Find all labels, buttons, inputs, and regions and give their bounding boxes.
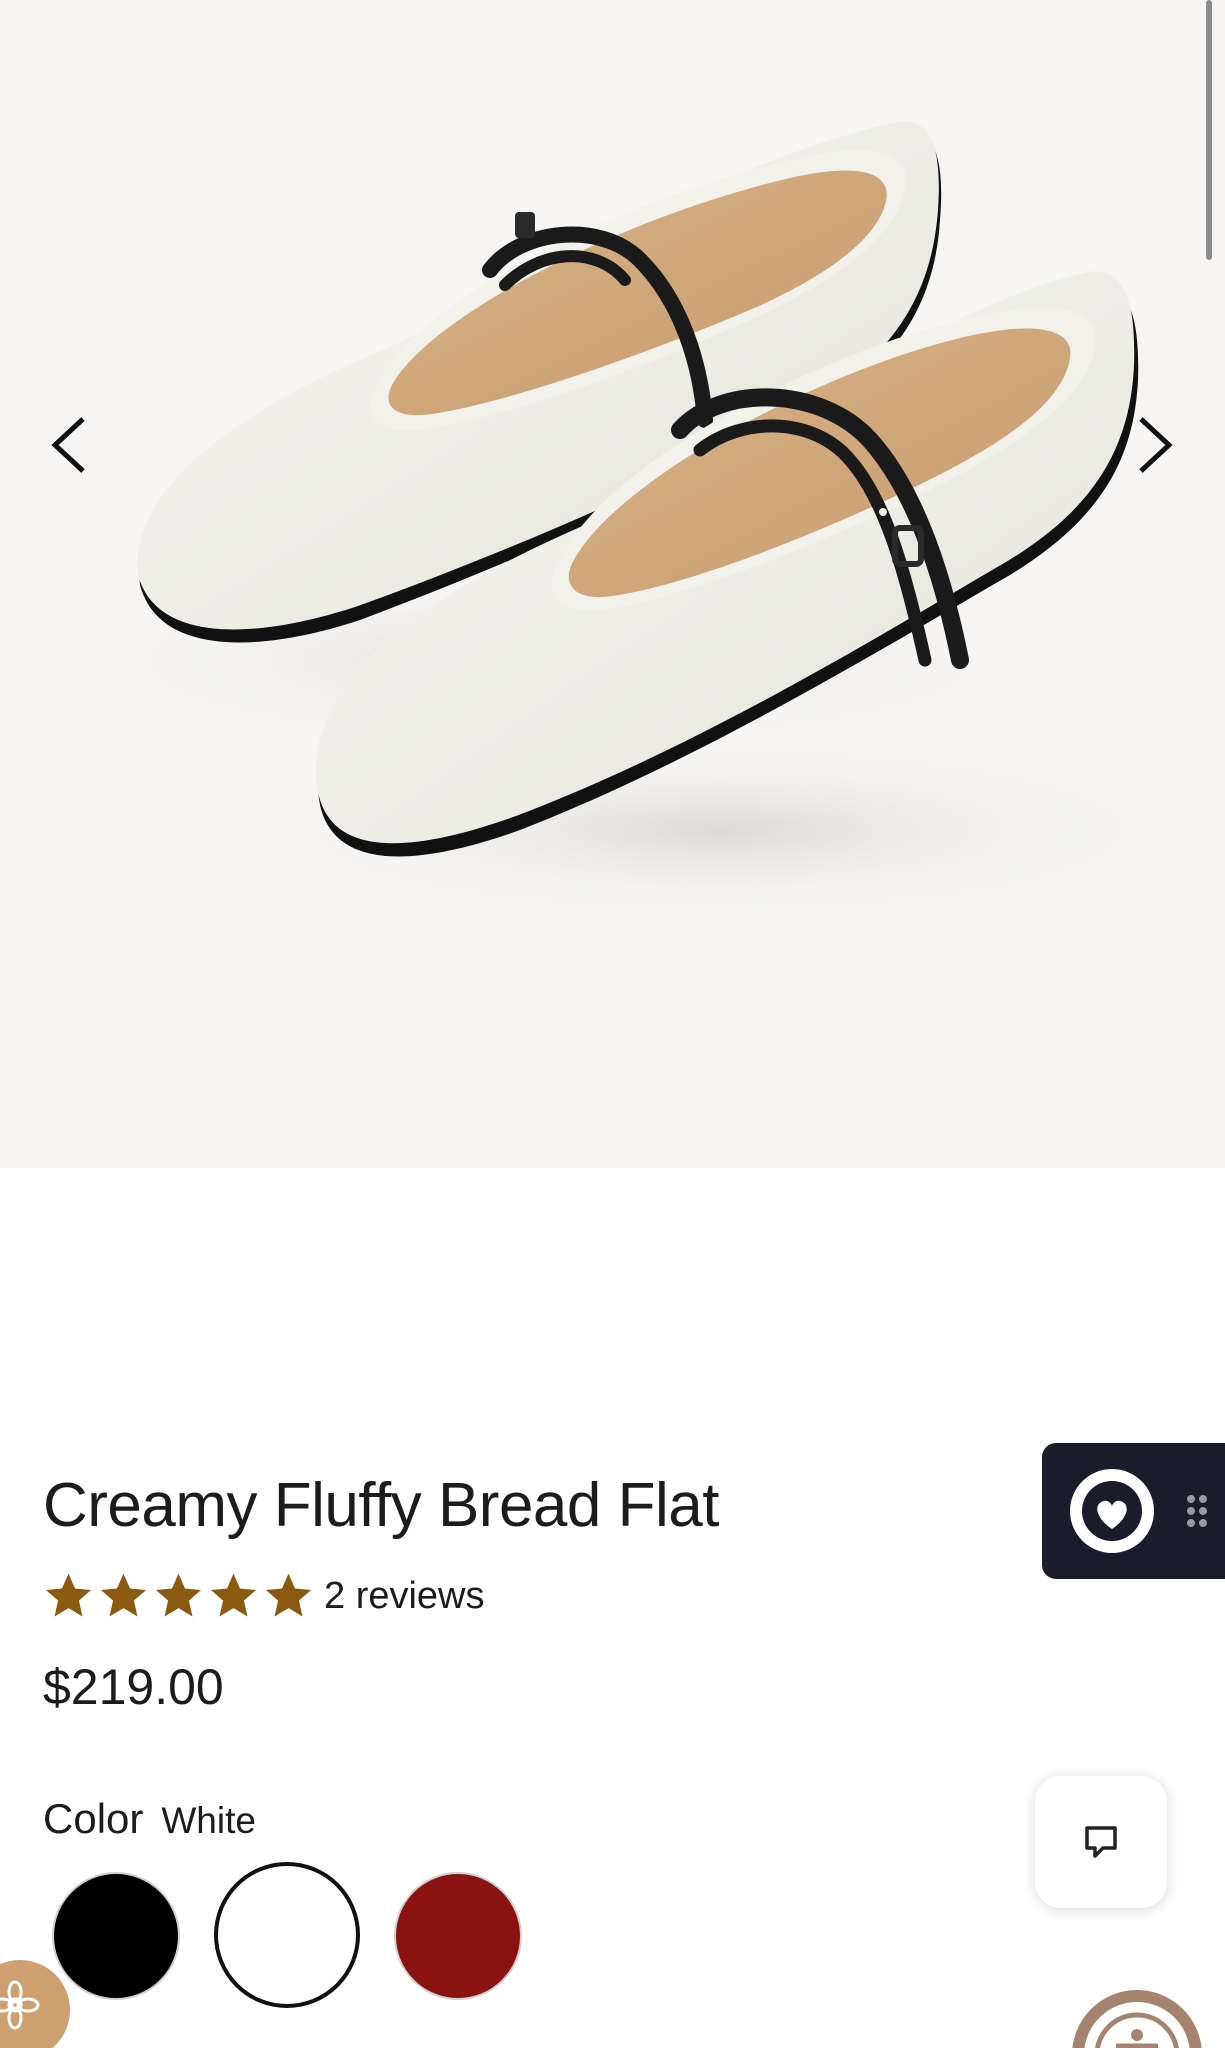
scrollbar-thumb[interactable] [1206, 0, 1212, 260]
color-label: Color [43, 1795, 144, 1842]
selected-color-value: White [161, 1800, 256, 1841]
product-title: Creamy Fluffy Bread Flat [43, 1471, 719, 1540]
star-icon [45, 1573, 92, 1617]
flower-launcher-button[interactable] [0, 1960, 70, 2048]
star-icon [155, 1573, 202, 1617]
product-image [90, 121, 1180, 920]
color-swatch-white[interactable] [214, 1862, 360, 2008]
heart-aperture-icon [1070, 1469, 1154, 1553]
star-icon [265, 1573, 312, 1617]
drag-handle-icon[interactable] [1186, 1493, 1208, 1529]
product-gallery[interactable] [0, 0, 1225, 1168]
accessibility-button[interactable] [1072, 1990, 1202, 2048]
chat-button[interactable] [1035, 1776, 1167, 1908]
color-selector-label: Color White [43, 1795, 256, 1843]
product-rating[interactable]: 2 reviews [43, 1572, 485, 1620]
reviews-link[interactable]: 2 reviews [324, 1575, 485, 1618]
flower-icon [0, 1980, 40, 2030]
accessibility-icon [1095, 2012, 1179, 2048]
star-icon [210, 1573, 257, 1617]
chevron-right-icon [1139, 417, 1173, 473]
gallery-prev-button[interactable] [34, 405, 104, 485]
star-icon [100, 1573, 147, 1617]
star-rating [43, 1572, 314, 1620]
chevron-left-icon [51, 417, 85, 473]
color-swatch-black[interactable] [52, 1872, 180, 2000]
color-swatch-red[interactable] [394, 1872, 522, 2000]
gallery-next-button[interactable] [1120, 405, 1190, 485]
product-price: $219.00 [43, 1659, 224, 1715]
rewards-widget[interactable] [1042, 1443, 1225, 1579]
chat-bubble-icon [1085, 1826, 1117, 1858]
